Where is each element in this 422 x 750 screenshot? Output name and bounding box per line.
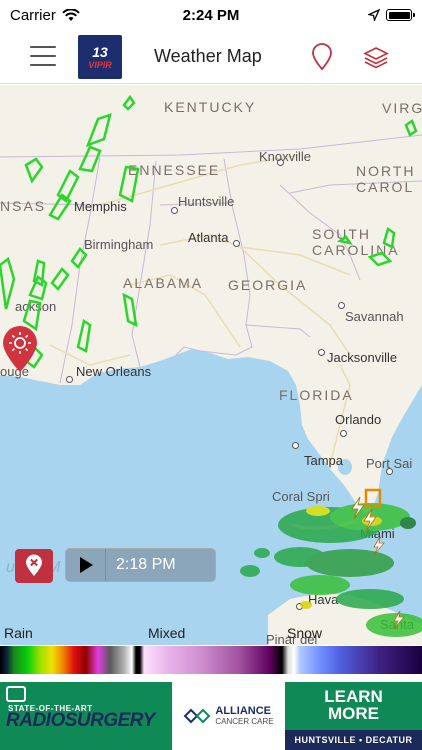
remove-pin-icon	[26, 554, 42, 576]
state-georgia: GEORGIA	[228, 277, 308, 293]
legend-rain-label: Rain	[4, 625, 33, 641]
location-arrow-icon	[368, 9, 380, 21]
page-title: Weather Map	[154, 46, 262, 66]
city-miami: Miami	[360, 526, 395, 541]
city-atlanta: Atlanta	[188, 230, 229, 245]
state-florida: FLORIDA	[279, 387, 354, 403]
ad-cta-panel[interactable]: LEARN MORE HUNTSVILLE • DECATUR	[285, 682, 422, 750]
alliance-logo-icon	[183, 708, 211, 724]
radar-legend: Rain Mixed Snow	[0, 622, 422, 682]
city-dot	[292, 442, 299, 449]
city-huntsville: Huntsville	[178, 194, 235, 209]
carrier-label: Carrier	[10, 6, 56, 24]
city-memphis: Memphis	[74, 199, 127, 214]
clear-location-button[interactable]	[15, 549, 53, 583]
city-knoxville: Knoxville	[259, 149, 312, 164]
state-virginia: VIRGI	[382, 100, 422, 116]
city-dot	[340, 430, 347, 437]
city-tampa: Tampa	[304, 453, 344, 468]
city-dot	[318, 349, 325, 356]
ad-brand-sub: CANCER CARE	[215, 717, 274, 726]
state-kentucky: KENTUCKY	[164, 99, 257, 115]
city-dot	[296, 603, 303, 610]
ad-locations: HUNTSVILLE • DECATUR	[285, 730, 422, 750]
legend-snow-label: Snow	[287, 625, 323, 641]
city-new-orleans: New Orleans	[76, 364, 152, 379]
layers-icon[interactable]	[362, 42, 390, 72]
radar-player: 2:18 PM	[65, 548, 216, 582]
state-arkansas: NSAS	[0, 198, 47, 214]
ad-play-icon	[6, 686, 26, 702]
ad-radiosurgery-panel: STATE-OF-THE-ART RADIOSURGERY	[0, 682, 172, 750]
play-button[interactable]	[66, 549, 106, 581]
battery-icon	[386, 9, 415, 21]
city-dot	[338, 302, 345, 309]
city-port-saint-lucie: Port Sai	[366, 456, 413, 471]
city-jacksonville: Jacksonville	[327, 350, 398, 365]
ad-cta-text: LEARN MORE	[324, 687, 383, 723]
ad-banner[interactable]: STATE-OF-THE-ART RADIOSURGERY ALLIANCE C…	[0, 682, 422, 750]
location-pin-icon[interactable]	[308, 42, 336, 72]
city-dot	[171, 207, 178, 214]
ad-headline: RADIOSURGERY	[6, 710, 155, 731]
city-orlando: Orlando	[335, 412, 382, 427]
legend-mixed-label: Mixed	[148, 625, 186, 641]
menu-icon[interactable]	[30, 44, 56, 68]
logo-text: VIPIR	[88, 59, 112, 70]
city-savannah: Savannah	[345, 309, 404, 324]
state-alabama: ALABAMA	[123, 275, 204, 291]
selected-location-pin[interactable]	[0, 324, 40, 374]
wifi-icon	[62, 8, 80, 21]
logo-number: 13	[92, 43, 108, 60]
state-tennessee: ENNESSEE	[128, 162, 221, 178]
legend-color-bar	[0, 646, 422, 674]
radar-frame-time: 2:18 PM	[116, 556, 176, 573]
play-icon	[79, 557, 93, 573]
land-mass	[0, 85, 422, 513]
city-jackson: ackson	[15, 299, 57, 314]
status-bar: Carrier 2:24 PM	[0, 0, 422, 30]
state-north-carolina: NORTH CAROL	[356, 163, 416, 195]
nav-bar: 13 VIPIR Weather Map	[0, 30, 422, 84]
city-coral-springs: Coral Spri	[272, 489, 330, 504]
city-dot	[66, 376, 73, 383]
station-logo: 13 VIPIR	[78, 35, 122, 79]
city-birmingham: Birmingham	[84, 237, 154, 252]
state-south-carolina: SOUTH CAROLINA	[312, 226, 400, 258]
ad-brand-name: ALLIANCE	[215, 705, 271, 717]
ad-brand-panel: ALLIANCE CANCER CARE	[172, 682, 285, 750]
city-havana: Hava	[308, 592, 339, 607]
city-dot	[233, 240, 240, 247]
florida-keys	[291, 519, 357, 530]
